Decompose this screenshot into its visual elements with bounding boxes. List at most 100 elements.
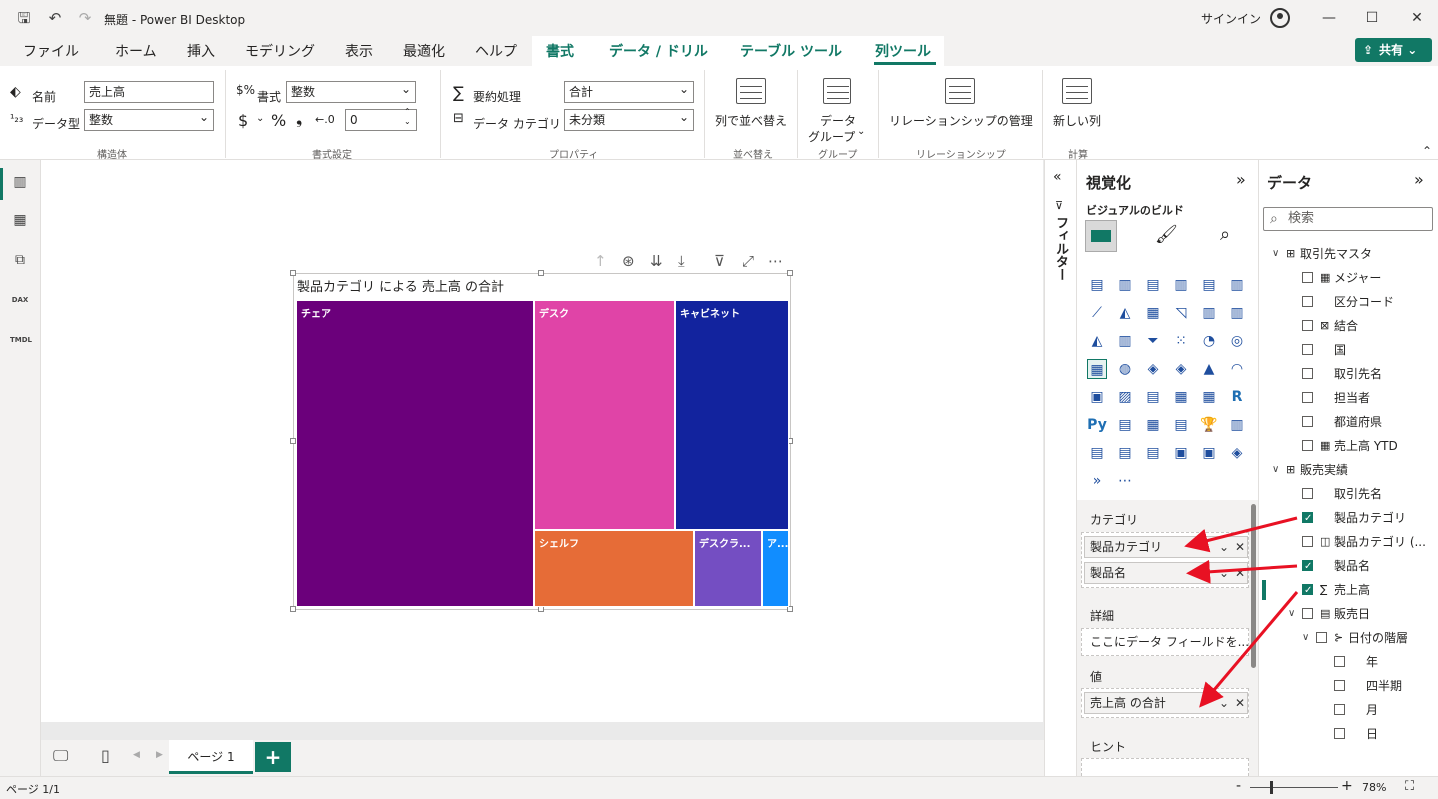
stacked-bar-icon[interactable]: ▤ <box>1087 275 1107 295</box>
tab-format[interactable]: 書式 <box>546 41 574 61</box>
tab-optimize[interactable]: 最適化 <box>403 41 445 61</box>
power-apps-icon[interactable]: ▤ <box>1115 443 1135 463</box>
r-visual-icon[interactable]: R <box>1227 387 1247 407</box>
field-checkbox[interactable] <box>1334 704 1345 715</box>
redo-icon[interactable]: ↷ <box>75 8 95 28</box>
currency-dropdown-icon[interactable]: ⌄ <box>256 113 264 124</box>
scatter-icon[interactable]: ⁙ <box>1171 331 1191 351</box>
format-select[interactable]: 整数 <box>286 79 416 103</box>
field-pill[interactable]: 製品名 ⌄ ✕ <box>1084 562 1248 584</box>
tab-data-drill[interactable]: データ / ドリル <box>609 41 708 61</box>
expand-next-level-icon[interactable]: ⇊ <box>650 252 663 270</box>
treemap-tile[interactable]: キャビネット <box>675 300 789 530</box>
get-more-visuals-icon[interactable]: » <box>1087 471 1107 491</box>
field-checkbox[interactable] <box>1302 344 1313 355</box>
treemap-tile[interactable]: チェア <box>296 300 534 607</box>
field-checkbox[interactable] <box>1302 440 1313 451</box>
currency-button[interactable]: $ <box>238 111 248 130</box>
zoom-in-icon[interactable]: + <box>1341 778 1353 794</box>
zoom-slider-thumb[interactable] <box>1270 781 1273 794</box>
tab-insert[interactable]: 挿入 <box>187 41 215 61</box>
mobile-layout-icon[interactable]: ▯ <box>101 746 110 765</box>
field-pill[interactable]: 製品カテゴリ ⌄ ✕ <box>1084 536 1248 558</box>
line-column-icon[interactable]: ▥ <box>1199 303 1219 323</box>
field-checkbox[interactable] <box>1334 728 1345 739</box>
ribbon-icon[interactable]: ◭ <box>1087 331 1107 351</box>
key-influencers-icon[interactable]: ▤ <box>1115 415 1135 435</box>
avatar-icon[interactable] <box>1270 8 1290 28</box>
decomposition-tree-icon[interactable]: ▦ <box>1143 415 1163 435</box>
line-clustered-icon[interactable]: ▥ <box>1227 303 1247 323</box>
summarization-select[interactable]: 合計 <box>564 79 694 103</box>
tab-table-tools[interactable]: テーブル ツール <box>740 41 842 61</box>
azure-map-icon[interactable]: ▲ <box>1199 359 1219 379</box>
metrics-icon[interactable]: ▤ <box>1087 443 1107 463</box>
details-well[interactable]: ここにデータ フィールドを... <box>1081 628 1249 656</box>
field-checkbox[interactable] <box>1302 557 1313 577</box>
close-icon[interactable]: ✕ <box>1407 8 1427 28</box>
field-checkbox[interactable] <box>1302 320 1313 331</box>
dax-query-view-icon[interactable]: DAX <box>10 290 30 310</box>
field-checkbox[interactable] <box>1302 608 1313 619</box>
data-category-select[interactable]: 未分類 <box>564 107 694 131</box>
treemap-tile[interactable]: デスクラ... <box>694 530 762 607</box>
field-checkbox[interactable] <box>1316 632 1327 643</box>
undo-icon[interactable]: ↶ <box>45 8 65 28</box>
chevron-down-icon[interactable]: ⌄ <box>1219 563 1229 583</box>
qa-icon[interactable]: ▤ <box>1171 415 1191 435</box>
stacked-column-icon[interactable]: ▥ <box>1115 275 1135 295</box>
expand-filters-icon[interactable]: « <box>1053 169 1062 185</box>
field-checkbox[interactable] <box>1302 368 1313 379</box>
stepper-arrows-icon[interactable]: ⌃ ⌄ <box>404 107 411 127</box>
gauge-icon[interactable]: ◠ <box>1227 359 1247 379</box>
tooltips-well[interactable] <box>1081 758 1249 776</box>
treemap-icon[interactable]: ▦ <box>1087 359 1107 379</box>
treemap-tile[interactable]: シェルフ <box>534 530 694 607</box>
maximize-icon[interactable]: ☐ <box>1362 8 1382 28</box>
more-options-icon[interactable]: ⋯ <box>768 252 783 270</box>
focus-mode-icon[interactable]: ⤢ <box>742 252 754 270</box>
field-checkbox[interactable] <box>1302 581 1313 601</box>
remove-field-icon[interactable]: ✕ <box>1235 693 1245 713</box>
collapse-ribbon-icon[interactable]: ⌃ <box>1422 144 1432 158</box>
tab-file[interactable]: ファイル <box>23 41 79 61</box>
100-bar-icon[interactable]: ▤ <box>1199 275 1219 295</box>
chevron-down-icon[interactable]: ∨ <box>1272 460 1279 480</box>
map-icon[interactable]: ◍ <box>1115 359 1135 379</box>
save-icon[interactable]: 🖫 <box>14 8 34 28</box>
tab-column-tools[interactable]: 列ツール <box>875 41 931 61</box>
share-button[interactable]: ⇪ 共有 ⌄ <box>1355 38 1432 62</box>
clustered-column-icon[interactable]: ▥ <box>1171 275 1191 295</box>
collapse-data-pane-icon[interactable]: » <box>1414 170 1424 189</box>
tmdl-view-icon[interactable]: TMDL <box>10 330 32 350</box>
filters-label[interactable]: フィルター <box>1052 216 1070 281</box>
chevron-down-icon[interactable]: ∨ <box>1302 628 1309 648</box>
zoom-slider[interactable] <box>1250 787 1338 788</box>
prev-page-icon[interactable]: ◀ <box>133 750 140 760</box>
field-checkbox[interactable] <box>1302 392 1313 403</box>
resize-handle[interactable] <box>290 270 296 276</box>
treemap-tile[interactable]: デスク <box>534 300 675 530</box>
add-page-button[interactable]: + <box>255 742 291 772</box>
field-checkbox[interactable] <box>1302 416 1313 427</box>
model-view-icon[interactable]: ⧉ <box>10 250 30 270</box>
python-visual-icon[interactable]: Py <box>1087 415 1107 435</box>
format-visual-tab-icon[interactable]: 🖌 <box>1155 224 1178 245</box>
field-checkbox[interactable] <box>1302 509 1313 529</box>
field-checkbox[interactable] <box>1302 536 1313 547</box>
minimize-icon[interactable]: — <box>1319 8 1339 28</box>
shape-map-icon[interactable]: ◈ <box>1171 359 1191 379</box>
funnel-icon[interactable]: ⏷ <box>1143 331 1163 351</box>
100-area-icon[interactable]: ◹ <box>1171 303 1191 323</box>
chevron-down-icon[interactable]: ⌄ <box>1219 693 1229 713</box>
power-automate-icon[interactable]: ▤ <box>1143 443 1163 463</box>
collapse-visualizations-icon[interactable]: » <box>1236 170 1246 189</box>
resize-handle[interactable] <box>787 270 793 276</box>
next-page-icon[interactable]: ▶ <box>156 750 163 760</box>
datatype-select[interactable]: 整数 <box>84 107 214 131</box>
paginated-icon[interactable]: ▥ <box>1227 415 1247 435</box>
chevron-down-icon[interactable]: ∨ <box>1272 244 1279 264</box>
remove-field-icon[interactable]: ✕ <box>1235 537 1245 557</box>
filled-map-icon[interactable]: ◈ <box>1143 359 1163 379</box>
stacked-area-icon[interactable]: ▦ <box>1143 303 1163 323</box>
